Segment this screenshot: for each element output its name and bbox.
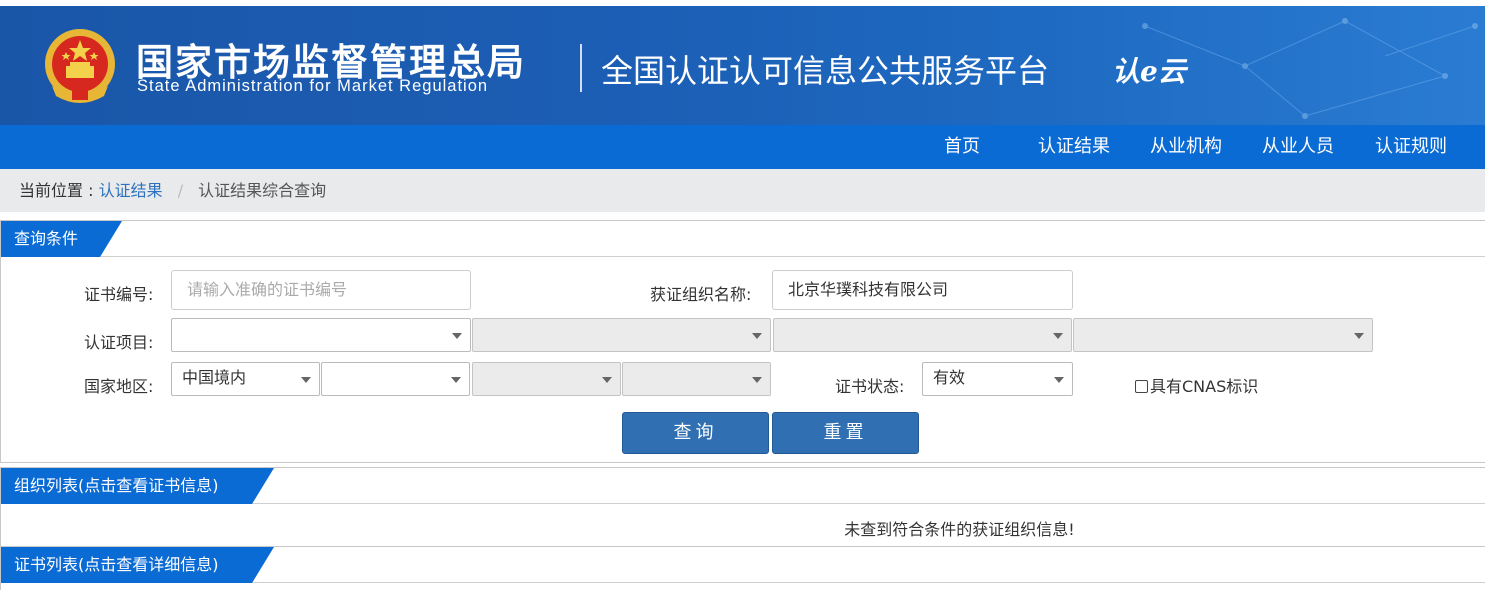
- nav-item-cert-results[interactable]: 认证结果: [1038, 125, 1110, 169]
- query-panel-tab: 查询条件: [1, 221, 122, 257]
- status-select[interactable]: 有效: [922, 362, 1073, 396]
- project-select-2[interactable]: [472, 318, 771, 352]
- cert-no-label: 证书编号:: [84, 285, 154, 304]
- query-panel-header: 查询条件: [1, 221, 1485, 257]
- region-select-value: 中国境内: [182, 368, 247, 387]
- breadcrumb: 当前位置 : 认证结果 / 认证结果综合查询: [0, 169, 1485, 212]
- cnas-checkbox-wrap[interactable]: 具有CNAS标识: [1135, 373, 1258, 397]
- search-button[interactable]: 查询: [622, 412, 769, 454]
- region-select-province[interactable]: [321, 362, 470, 396]
- project-label: 认证项目:: [84, 333, 154, 352]
- project-select-4[interactable]: [1073, 318, 1373, 352]
- region-label: 国家地区:: [84, 377, 154, 396]
- nav-item-personnel[interactable]: 从业人员: [1262, 125, 1334, 169]
- nav-item-rules[interactable]: 认证规则: [1375, 125, 1447, 169]
- org-list-panel-header: 组织列表(点击查看证书信息): [1, 468, 1485, 504]
- status-label: 证书状态:: [835, 377, 905, 396]
- chevron-down-icon: [301, 377, 311, 383]
- cert-list-panel-header: 证书列表(点击查看详细信息): [1, 547, 1485, 583]
- cert-list-panel: 证书列表(点击查看详细信息): [0, 546, 1485, 590]
- region-select-country[interactable]: 中国境内: [171, 362, 320, 396]
- breadcrumb-link-cert-results[interactable]: 认证结果: [99, 181, 163, 200]
- region-select-city[interactable]: [472, 362, 621, 396]
- national-emblem-icon: [45, 29, 115, 103]
- reset-button[interactable]: 重置: [772, 412, 919, 454]
- header-divider: [580, 44, 582, 92]
- org-name-label: 获证组织名称:: [650, 285, 752, 304]
- cnas-checkbox[interactable]: [1135, 380, 1148, 393]
- cert-no-input[interactable]: 请输入准确的证书编号: [171, 270, 471, 310]
- org-name-input[interactable]: 北京华璞科技有限公司: [772, 270, 1073, 310]
- agency-name-en: State Administration for Market Regulati…: [137, 77, 489, 95]
- chevron-down-icon: [1054, 377, 1064, 383]
- chevron-down-icon: [1053, 333, 1063, 339]
- chevron-down-icon: [602, 377, 612, 383]
- chevron-down-icon: [752, 377, 762, 383]
- nav-item-home[interactable]: 首页: [944, 125, 980, 169]
- renyun-logo: 认e云: [1112, 55, 1186, 88]
- org-list-empty-message: 未查到符合条件的获证组织信息!: [844, 520, 1075, 539]
- cnas-checkbox-label: 具有CNAS标识: [1150, 377, 1259, 396]
- chevron-down-icon: [1354, 333, 1364, 339]
- site-header: 国家市场监督管理总局 State Administration for Mark…: [0, 6, 1485, 125]
- chevron-down-icon: [452, 333, 462, 339]
- breadcrumb-prefix: 当前位置 :: [19, 181, 94, 200]
- platform-title: 全国认证认可信息公共服务平台: [601, 52, 1050, 90]
- project-select-1[interactable]: [171, 318, 471, 352]
- chevron-down-icon: [752, 333, 762, 339]
- project-select-3[interactable]: [773, 318, 1072, 352]
- org-list-panel-tab: 组织列表(点击查看证书信息): [1, 468, 274, 504]
- cert-list-panel-tab: 证书列表(点击查看详细信息): [1, 547, 274, 583]
- breadcrumb-separator: /: [177, 181, 184, 200]
- region-select-district[interactable]: [622, 362, 771, 396]
- chevron-down-icon: [451, 377, 461, 383]
- status-select-value: 有效: [933, 368, 966, 387]
- main-nav: 首页 认证结果 从业机构 从业人员 认证规则: [0, 125, 1485, 169]
- breadcrumb-current: 认证结果综合查询: [198, 181, 327, 200]
- nav-item-institutions[interactable]: 从业机构: [1150, 125, 1222, 169]
